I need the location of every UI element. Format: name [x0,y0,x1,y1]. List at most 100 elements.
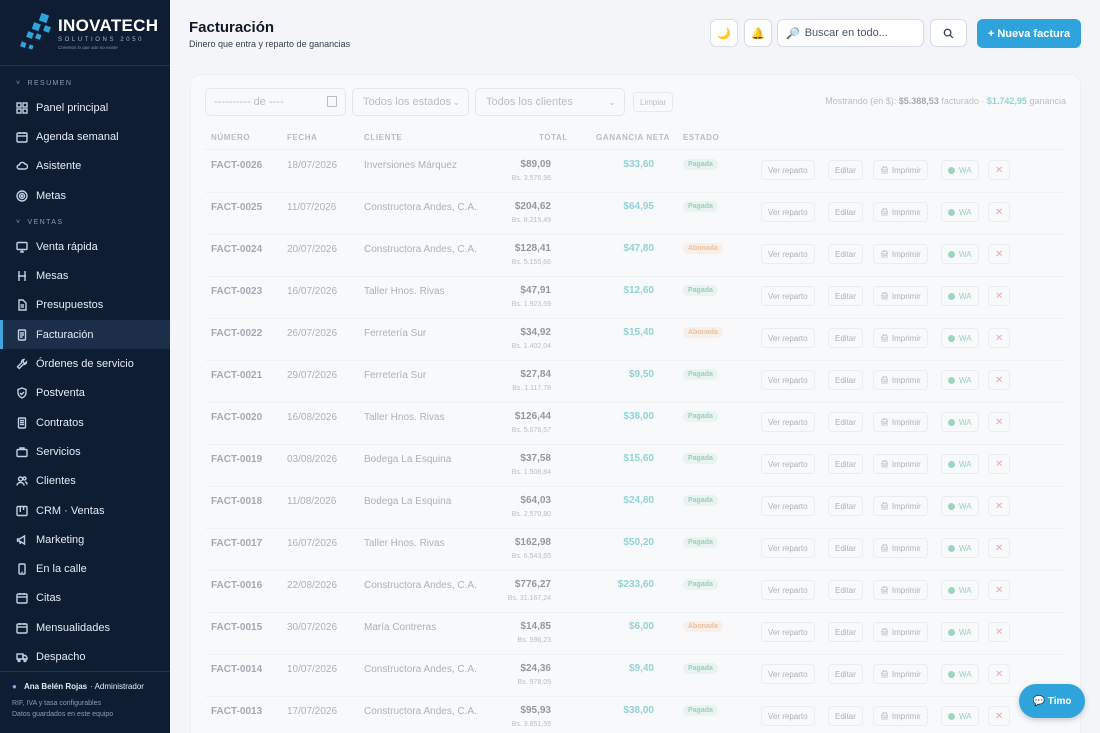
delete-button[interactable]: ✕ [988,370,1011,390]
print-button[interactable]: 🖨 Imprimir [873,580,928,600]
view-split-button[interactable]: Ver reparto [761,202,815,222]
delete-button[interactable]: ✕ [988,244,1011,264]
edit-button[interactable]: Editar [828,538,863,558]
sidebar-item-panel-principal[interactable]: Panel principal [0,93,170,122]
print-button[interactable]: 🖨 Imprimir [873,160,928,180]
whatsapp-button[interactable]: WA [941,622,979,642]
col-profit[interactable]: GANANCIA NETA [596,133,670,142]
print-button[interactable]: 🖨 Imprimir [873,328,928,348]
print-button[interactable]: 🖨 Imprimir [873,538,928,558]
col-status[interactable]: ESTADO [683,133,719,142]
delete-button[interactable]: ✕ [988,412,1011,432]
sidebar-item-metas[interactable]: Metas [0,181,170,210]
col-number[interactable]: NÚMERO [211,133,250,142]
whatsapp-button[interactable]: WA [941,580,979,600]
notifications-button[interactable]: 🔔 [744,19,772,47]
delete-button[interactable]: ✕ [988,328,1011,348]
new-invoice-button[interactable]: + Nueva factura [977,19,1081,48]
edit-button[interactable]: Editar [828,286,863,306]
view-split-button[interactable]: Ver reparto [761,454,815,474]
print-button[interactable]: 🖨 Imprimir [873,622,928,642]
edit-button[interactable]: Editar [828,706,863,726]
whatsapp-button[interactable]: WA [941,370,979,390]
whatsapp-button[interactable]: WA [941,664,979,684]
invoice-number[interactable]: FACT-0014 [211,664,262,675]
sidebar-item-despacho[interactable]: Despacho [0,642,170,671]
view-split-button[interactable]: Ver reparto [761,244,815,264]
print-button[interactable]: 🖨 Imprimir [873,202,928,222]
col-total[interactable]: TOTAL [539,133,568,142]
print-button[interactable]: 🖨 Imprimir [873,412,928,432]
brand[interactable]: INOVATECH SOLUTIONS 2050 Creemos lo que … [0,0,170,66]
invoice-number[interactable]: FACT-0018 [211,496,262,507]
sidebar-item-citas[interactable]: Citas [0,584,170,613]
edit-button[interactable]: Editar [828,496,863,516]
assistant-chat-button[interactable]: 💬 Timo [1019,684,1085,718]
whatsapp-button[interactable]: WA [941,706,979,726]
invoice-number[interactable]: FACT-0025 [211,202,262,213]
print-button[interactable]: 🖨 Imprimir [873,370,928,390]
search-box[interactable]: 🔎 [777,19,924,47]
edit-button[interactable]: Editar [828,622,863,642]
delete-button[interactable]: ✕ [988,664,1011,684]
print-button[interactable]: 🖨 Imprimir [873,664,928,684]
sidebar-item-postventa[interactable]: Postventa [0,379,170,408]
whatsapp-button[interactable]: WA [941,412,979,432]
sidebar-item-venta-rapida[interactable]: Venta rápida [0,232,170,261]
delete-button[interactable]: ✕ [988,622,1011,642]
whatsapp-button[interactable]: WA [941,538,979,558]
delete-button[interactable]: ✕ [988,580,1011,600]
edit-button[interactable]: Editar [828,328,863,348]
delete-button[interactable]: ✕ [988,706,1011,726]
whatsapp-button[interactable]: WA [941,244,979,264]
sidebar-item-servicios[interactable]: Servicios [0,437,170,466]
whatsapp-button[interactable]: WA [941,160,979,180]
invoice-number[interactable]: FACT-0015 [211,622,262,633]
delete-button[interactable]: ✕ [988,538,1011,558]
whatsapp-button[interactable]: WA [941,496,979,516]
sidebar-item-asistente[interactable]: Asistente [0,152,170,181]
invoice-number[interactable]: FACT-0019 [211,454,262,465]
whatsapp-button[interactable]: WA [941,202,979,222]
invoice-number[interactable]: FACT-0021 [211,370,262,381]
view-split-button[interactable]: Ver reparto [761,622,815,642]
dark-mode-button[interactable]: 🌙 [710,19,738,47]
month-filter[interactable]: ---------- de ---- [205,88,346,116]
edit-button[interactable]: Editar [828,370,863,390]
col-client[interactable]: CLIENTE [364,133,402,142]
invoice-number[interactable]: FACT-0016 [211,580,262,591]
clear-filters-button[interactable]: Limpiar [633,92,674,112]
section-ventas[interactable]: ˅ VENTAS [0,216,170,230]
whatsapp-button[interactable]: WA [941,286,979,306]
edit-button[interactable]: Editar [828,580,863,600]
delete-button[interactable]: ✕ [988,286,1011,306]
view-split-button[interactable]: Ver reparto [761,328,815,348]
whatsapp-button[interactable]: WA [941,454,979,474]
status-filter[interactable]: Todos los estados ⌄ [352,88,469,116]
delete-button[interactable]: ✕ [988,202,1011,222]
edit-button[interactable]: Editar [828,160,863,180]
print-button[interactable]: 🖨 Imprimir [873,286,928,306]
delete-button[interactable]: ✕ [988,160,1011,180]
invoice-number[interactable]: FACT-0022 [211,328,262,339]
edit-button[interactable]: Editar [828,202,863,222]
invoice-number[interactable]: FACT-0023 [211,286,262,297]
view-split-button[interactable]: Ver reparto [761,496,815,516]
print-button[interactable]: 🖨 Imprimir [873,496,928,516]
print-button[interactable]: 🖨 Imprimir [873,454,928,474]
view-split-button[interactable]: Ver reparto [761,538,815,558]
search-button[interactable] [930,19,967,47]
sidebar-item-agenda-semanal[interactable]: Agenda semanal [0,122,170,151]
view-split-button[interactable]: Ver reparto [761,286,815,306]
view-split-button[interactable]: Ver reparto [761,580,815,600]
delete-button[interactable]: ✕ [988,496,1011,516]
print-button[interactable]: 🖨 Imprimir [873,706,928,726]
sidebar-item-crm-ventas[interactable]: CRM · Ventas [0,496,170,525]
delete-button[interactable]: ✕ [988,454,1011,474]
sidebar-item-marketing[interactable]: Marketing [0,525,170,554]
sidebar-item-mensualidades[interactable]: Mensualidades [0,613,170,642]
edit-button[interactable]: Editar [828,412,863,432]
sidebar-item-ordenes-de-servicio[interactable]: Órdenes de servicio [0,349,170,378]
sidebar-item-en-la-calle[interactable]: En la calle [0,554,170,583]
sidebar-item-facturacion[interactable]: Facturación [0,320,170,350]
